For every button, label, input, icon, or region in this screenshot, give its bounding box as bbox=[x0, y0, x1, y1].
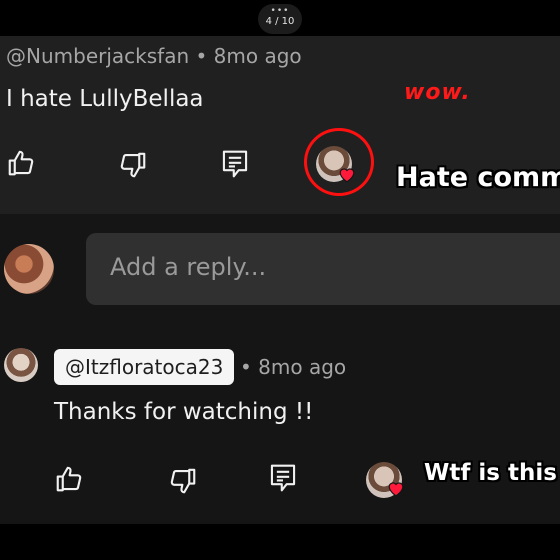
annotation-wtf: Wtf is this r bbox=[424, 460, 560, 486]
like-icon[interactable] bbox=[54, 464, 84, 494]
reply-input[interactable]: Add a reply... bbox=[86, 233, 560, 305]
heart-icon bbox=[338, 166, 356, 184]
reply-time: 8mo ago bbox=[258, 355, 347, 379]
page-counter: 4 / 10 bbox=[265, 16, 295, 27]
reply-author-chip[interactable]: @Itzfloratoca23 bbox=[54, 349, 235, 385]
reply-icon[interactable] bbox=[268, 462, 298, 494]
meta-separator: • bbox=[195, 44, 208, 68]
comment-author[interactable]: @Numberjacksfan bbox=[6, 44, 189, 68]
viewer-top-bar: ••• 4 / 10 bbox=[0, 0, 560, 36]
annotation-hate-comment: Hate comme bbox=[396, 162, 560, 193]
reply-meta: • 8mo ago bbox=[240, 355, 346, 379]
reply-icon[interactable] bbox=[220, 148, 250, 180]
reply-author-avatar[interactable] bbox=[4, 348, 38, 382]
dislike-icon[interactable] bbox=[118, 150, 148, 180]
comment-time: 8mo ago bbox=[213, 44, 302, 68]
dislike-icon[interactable] bbox=[168, 466, 198, 496]
user-avatar bbox=[4, 244, 54, 294]
viewer-bottom-bar bbox=[0, 524, 560, 560]
comment-author-line: @Numberjacksfan • 8mo ago bbox=[6, 44, 302, 68]
like-icon[interactable] bbox=[6, 148, 36, 178]
page-dots: ••• bbox=[270, 6, 290, 16]
meta-separator: • bbox=[240, 355, 252, 379]
annotation-wow: wow. bbox=[404, 80, 471, 105]
heart-icon bbox=[387, 480, 405, 498]
page-indicator: ••• 4 / 10 bbox=[258, 4, 302, 34]
comment-text: I hate LullyBellaa bbox=[6, 86, 204, 112]
reply-text: Thanks for watching !! bbox=[54, 399, 314, 425]
reply-placeholder: Add a reply... bbox=[110, 253, 267, 281]
